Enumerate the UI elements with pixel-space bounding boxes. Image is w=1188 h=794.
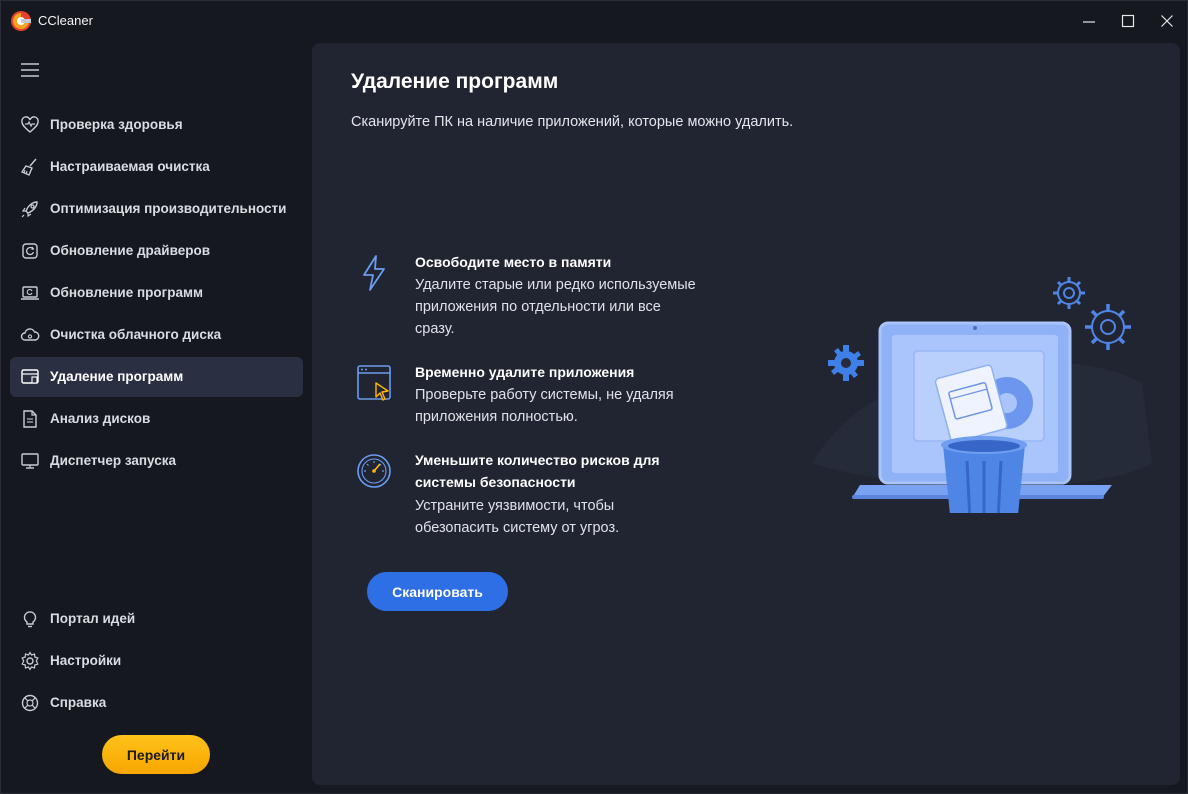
sidebar-item-performance[interactable]: Оптимизация производительности [10,189,303,229]
sidebar-item-ideas-portal[interactable]: Портал идей [10,599,303,639]
sidebar-item-label: Настройки [50,653,122,668]
feature-description: Удалите старые или редко используемые пр… [415,274,745,340]
sidebar-item-label: Оптимизация производительности [50,201,287,216]
gear-icon [1085,304,1131,350]
minimize-button[interactable] [1071,7,1107,35]
sidebar-item-software-update[interactable]: Обновление программ [10,273,303,313]
sidebar-item-label: Обновление драйверов [50,243,211,258]
lightning-icon [363,255,385,291]
minimize-icon [1083,21,1095,23]
feature-description-line: Устраните уязвимости, чтобы [415,498,615,514]
help-icon [21,694,39,712]
go-button[interactable]: Перейти [102,735,210,774]
feature-description-line: обезопасить систему от угроз. [415,520,620,536]
sidebar-item-label: Проверка здоровья [50,117,183,132]
sidebar-item-health-check[interactable]: Проверка здоровья [10,105,303,145]
sidebar-item-help[interactable]: Справка [10,683,303,723]
feature-title-line: системы безопасности [415,474,576,490]
scan-button[interactable]: Сканировать [367,572,508,611]
feature-description-line: Удалите старые или редко используемые [415,277,696,293]
hamburger-icon[interactable] [19,61,41,79]
sidebar-item-label: Удаление программ [50,369,184,384]
sidebar-item-disk-analysis[interactable]: Анализ дисков [10,399,303,439]
sidebar-item-cloud-clean[interactable]: Очистка облачного диска [10,315,303,355]
maximize-icon [1121,14,1135,28]
page-title: Удаление программ [351,70,559,93]
close-icon [1161,15,1173,27]
window-cursor-icon [357,365,391,401]
broom-icon [20,158,37,176]
feature-description: Устраните уязвимости, чтобы обезопасить … [415,495,745,539]
gear-icon [1053,277,1085,309]
feature-description-line: приложения полностью. [415,409,578,425]
sidebar-item-custom-clean[interactable]: Настраиваемая очистка [10,147,303,187]
sidebar-item-label: Портал идей [50,611,136,626]
document-icon [23,410,37,428]
page-subtitle: Сканируйте ПК на наличие приложений, кот… [351,114,794,130]
sidebar-item-label: Анализ дисков [50,411,151,426]
close-button[interactable] [1149,7,1185,35]
uninstall-illustration [812,277,1152,513]
title-bar: CCleaner [1,1,1187,41]
feature-description: Проверьте работу системы, не удаляя прил… [415,384,745,428]
uninstall-icon [21,369,39,384]
ccleaner-logo-icon [11,11,31,31]
sidebar-item-label: Очистка облачного диска [50,327,222,342]
app-window: CCleaner Проверка здоровья Настраиваемая… [0,0,1188,794]
lightbulb-icon [23,611,37,628]
sidebar-item-uninstall[interactable]: Удаление программ [10,357,303,397]
cloud-gear-icon [20,328,40,341]
main-panel: Удаление программ Сканируйте ПК на налич… [312,43,1180,785]
gear-icon [21,651,39,671]
sidebar-item-label: Обновление программ [50,285,203,300]
rocket-icon [21,201,38,218]
feature-title: Освободите место в памяти [415,254,612,270]
feature-description-line: Проверьте работу системы, не удаляя [415,387,674,403]
app-title: CCleaner [38,13,93,28]
sidebar-item-driver-update[interactable]: Обновление драйверов [10,231,303,271]
sidebar-item-label: Справка [50,695,107,710]
feature-title: Уменьшите количество рисков для системы … [415,449,735,493]
speedometer-icon [357,454,391,488]
feature-description-line: приложения по отдельности или все [415,299,661,315]
sidebar-item-label: Настраиваемая очистка [50,159,210,174]
maximize-button[interactable] [1110,7,1146,35]
feature-title-line: Уменьшите количество рисков для [415,452,660,468]
feature-title: Временно удалите приложения [415,364,635,380]
sidebar-item-startup-manager[interactable]: Диспетчер запуска [10,441,303,481]
heart-icon [21,116,39,133]
laptop-update-icon [21,286,39,300]
sidebar-item-label: Диспетчер запуска [50,453,177,468]
monitor-icon [21,453,39,469]
feature-description-line: сразу. [415,321,455,337]
sidebar-item-settings[interactable]: Настройки [10,641,303,681]
chip-icon [22,243,38,259]
gear-icon [828,345,864,381]
